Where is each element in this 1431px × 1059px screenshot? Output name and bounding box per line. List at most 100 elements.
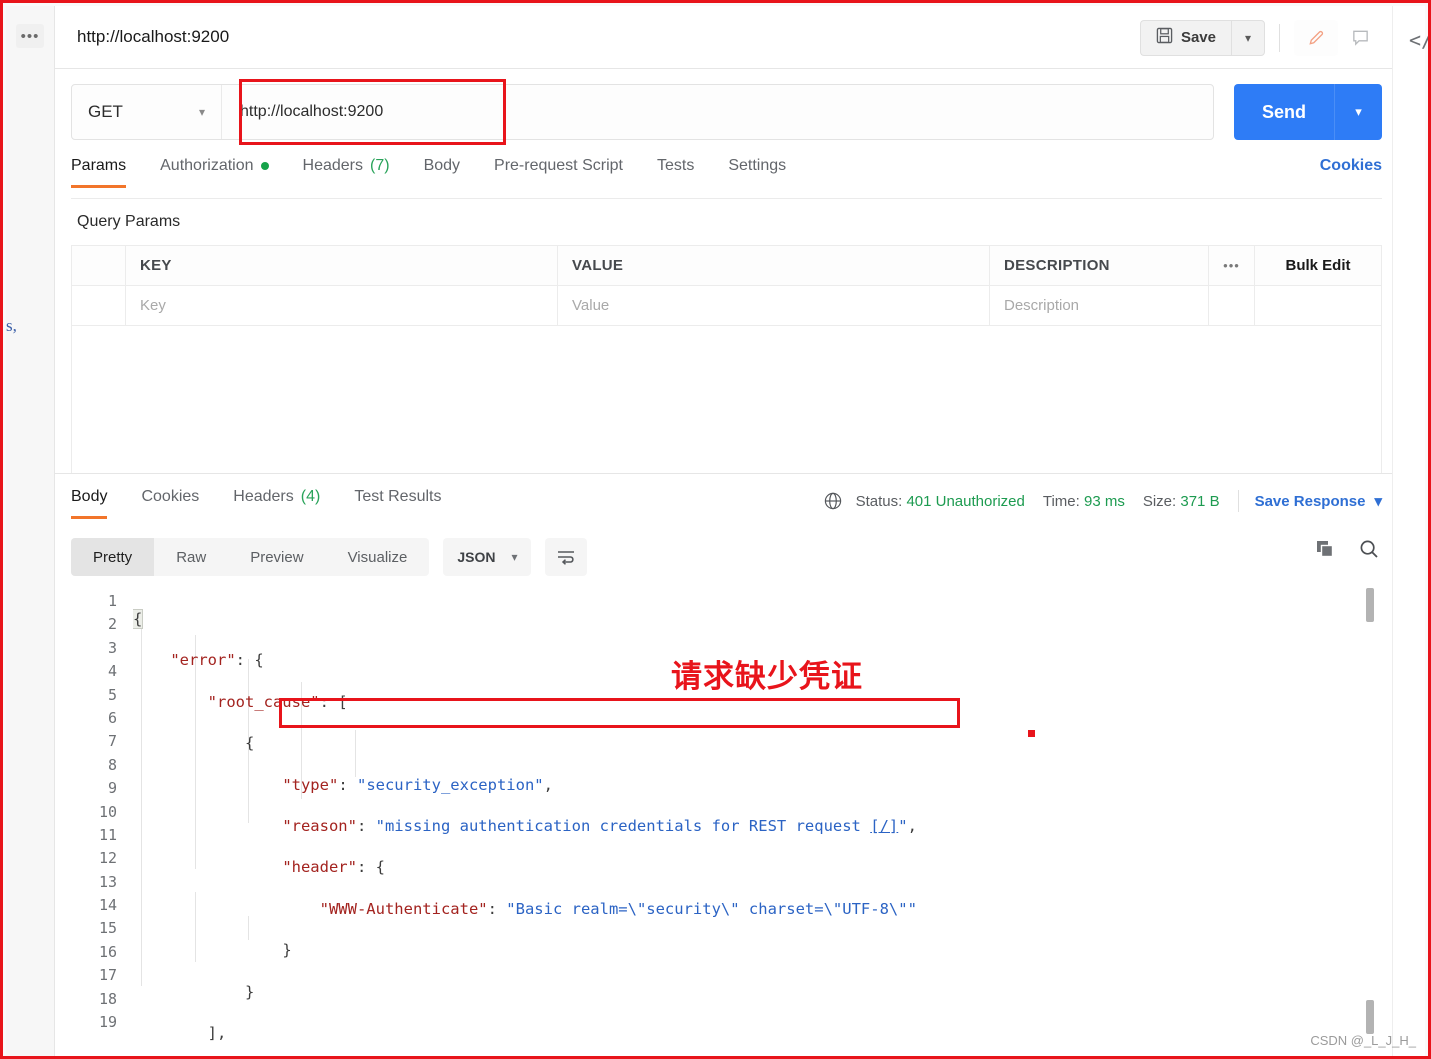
line-number: 13 <box>98 872 117 891</box>
save-response-label: Save Response <box>1254 492 1366 510</box>
response-tab-test-results[interactable]: Test Results <box>354 488 441 518</box>
query-params-label: Query Params <box>77 213 181 230</box>
postman-window: ••• s, http://localhost:9200 Save ▾ GET … <box>0 0 1431 1059</box>
request-tab-bar: Params Authorization Headers (7) Body Pr… <box>71 157 1382 199</box>
save-options-chevron-down-icon[interactable]: ▾ <box>1231 19 1265 56</box>
word-wrap-icon[interactable] <box>545 538 588 576</box>
size-badge: Size: 371 B <box>1142 492 1220 510</box>
vertical-scrollbar-thumb-top[interactable] <box>1366 588 1374 622</box>
http-method-select[interactable]: GET ▾ <box>72 85 222 139</box>
tab-pre-request-script[interactable]: Pre-request Script <box>494 157 623 187</box>
format-select[interactable]: JSON ▾ <box>443 538 532 576</box>
status-badge: Status: 401 Unauthorized <box>855 492 1025 510</box>
line-number: 5 <box>107 685 117 704</box>
tab-headers-count: (7) <box>370 157 390 174</box>
tab-body[interactable]: Body <box>424 157 460 187</box>
pencil-icon[interactable] <box>1294 19 1338 56</box>
chevron-down-icon: ▾ <box>198 105 205 119</box>
line-number: 6 <box>107 708 117 727</box>
chevron-down-icon: ▾ <box>511 550 518 564</box>
line-number: 3 <box>107 638 117 657</box>
view-mode-preview[interactable]: Preview <box>228 538 325 576</box>
tab-params[interactable]: Params <box>71 157 127 188</box>
bulk-edit-button[interactable]: Bulk Edit <box>1255 246 1381 285</box>
http-method-label: GET <box>88 102 123 121</box>
annotation-red-dot <box>1028 730 1035 737</box>
tab-authorization[interactable]: Authorization <box>160 157 269 187</box>
column-value: VALUE <box>558 246 990 285</box>
key-input[interactable]: Key <box>126 286 558 325</box>
tab-tests[interactable]: Tests <box>657 157 694 187</box>
tab-settings-label: Settings <box>728 157 787 174</box>
header-actions: Save ▾ <box>1139 6 1382 69</box>
tab-params-label: Params <box>71 157 127 174</box>
watermark: CSDN @_L_J_H_ <box>1310 1033 1416 1048</box>
url-input-group: GET ▾ http://localhost:9200 <box>71 84 1214 140</box>
line-number: 19 <box>98 1013 117 1032</box>
right-sidebar: </> <box>1392 6 1428 1056</box>
line-number: 12 <box>98 849 117 868</box>
tab-headers[interactable]: Headers (7) <box>303 157 390 187</box>
line-number: 16 <box>98 942 117 961</box>
view-mode-raw[interactable]: Raw <box>154 538 228 576</box>
query-params-table: KEY VALUE DESCRIPTION ••• Bulk Edit Key … <box>71 245 1382 326</box>
code-lines: { "error": { "root_cause": [ { "type": "… <box>133 609 917 1042</box>
time-badge: Time: 93 ms <box>1042 492 1125 510</box>
time-value: 93 ms <box>1083 492 1125 510</box>
column-description: DESCRIPTION <box>990 246 1209 285</box>
response-format-bar: Pretty Raw Preview Visualize JSON ▾ <box>71 534 1382 580</box>
response-tools <box>1314 538 1380 560</box>
table-header-row: KEY VALUE DESCRIPTION ••• Bulk Edit <box>72 246 1381 286</box>
tab-authorization-label: Authorization <box>160 157 254 174</box>
url-bar: GET ▾ http://localhost:9200 Send ▾ <box>71 79 1382 145</box>
header-divider <box>1279 23 1280 52</box>
copy-icon[interactable] <box>1314 538 1336 560</box>
vertical-scrollbar-thumb-bottom[interactable] <box>1366 1000 1374 1034</box>
line-number: 10 <box>98 802 117 821</box>
globe-icon <box>822 490 844 512</box>
search-icon[interactable] <box>1358 538 1380 560</box>
tab-tests-label: Tests <box>656 157 695 174</box>
tab-body-label: Body <box>423 157 461 174</box>
view-mode-pretty[interactable]: Pretty <box>71 538 155 576</box>
sidebar-text-fragment: s, <box>6 316 17 335</box>
status-dot-icon <box>260 162 269 170</box>
tab-pre-request-script-label: Pre-request Script <box>494 157 623 174</box>
column-key: KEY <box>126 246 558 285</box>
line-number: 2 <box>107 615 117 634</box>
format-label: JSON <box>457 549 496 565</box>
send-button[interactable]: Send <box>1233 84 1334 140</box>
line-number: 1 <box>107 592 117 610</box>
response-tab-headers[interactable]: Headers (4) <box>233 488 320 518</box>
line-number: 11 <box>98 825 117 844</box>
line-number: 18 <box>98 989 117 1008</box>
more-options-icon[interactable]: ••• <box>1209 246 1255 285</box>
cookies-link[interactable]: Cookies <box>1320 157 1382 175</box>
size-value: 371 B <box>1180 492 1220 510</box>
response-tab-bar: Body Cookies Headers (4) Test Results St… <box>71 488 1382 526</box>
description-input[interactable]: Description <box>990 286 1209 325</box>
view-mode-visualize[interactable]: Visualize <box>326 538 430 576</box>
table-row: Key Value Description <box>72 286 1381 326</box>
send-options-chevron-down-icon[interactable]: ▾ <box>1334 84 1382 140</box>
response-tab-body[interactable]: Body <box>71 488 108 519</box>
comment-icon[interactable] <box>1338 20 1382 56</box>
page-title: http://localhost:9200 <box>77 27 230 46</box>
url-input[interactable]: http://localhost:9200 <box>222 85 1213 139</box>
response-body-code[interactable]: 1 2 3 4 5 6 7 8 9 10 11 12 13 14 15 16 17 18 19 { "error":… <box>71 582 1382 1056</box>
status-value: 401 Unauthorized <box>906 492 1025 510</box>
row-checkbox-cell[interactable] <box>72 286 126 325</box>
save-response-button[interactable]: Save Response ▾ <box>1254 492 1382 511</box>
line-number: 15 <box>98 919 117 938</box>
line-number-gutter: 1 2 3 4 5 6 7 8 9 10 11 12 13 14 15 16 17 18 19 <box>71 582 125 1056</box>
save-button[interactable]: Save <box>1139 19 1231 56</box>
tab-settings[interactable]: Settings <box>728 157 786 187</box>
chevron-down-icon: ▾ <box>1374 493 1382 510</box>
response-tab-cookies[interactable]: Cookies <box>141 488 199 518</box>
main-panel: http://localhost:9200 Save ▾ GET ▾ http:… <box>55 6 1398 1056</box>
response-status-bar: Status: 401 Unauthorized Time: 93 ms Siz… <box>822 490 1382 512</box>
line-number: 4 <box>107 662 117 681</box>
value-input[interactable]: Value <box>558 286 990 325</box>
code-icon[interactable]: </> <box>1409 28 1428 52</box>
sidebar-more-options-icon[interactable]: ••• <box>16 24 44 48</box>
